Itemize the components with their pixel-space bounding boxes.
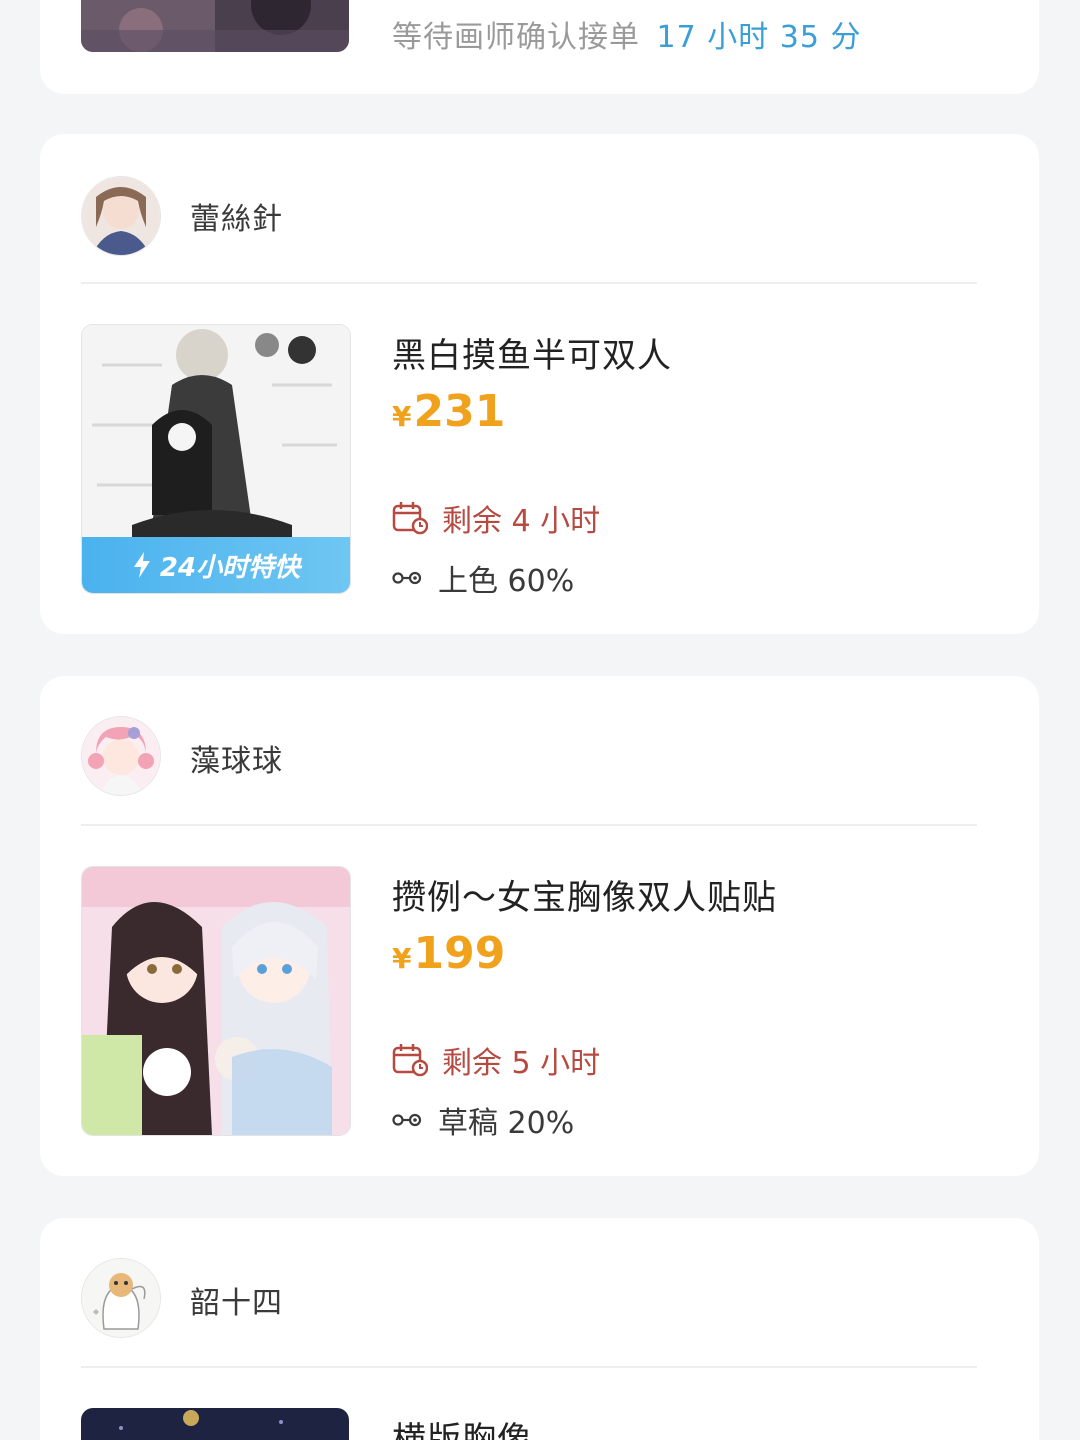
order-title[interactable]: 横版胸像	[392, 1412, 532, 1440]
waiting-confirm-status: 等待画师确认接单 17 小时 35 分	[392, 12, 862, 56]
time-remaining: 剩余 5 小时	[392, 1038, 600, 1082]
divider	[81, 282, 977, 284]
progress-stage-text: 上色 60%	[438, 564, 575, 599]
artwork-thumbnail[interactable]: 24小时特快	[81, 324, 351, 594]
artist-avatar[interactable]	[81, 176, 161, 256]
time-remaining-text: 剩余 5 小时	[442, 1046, 601, 1081]
artist-name[interactable]: 蕾絲針	[190, 194, 283, 238]
order-price: ¥231	[392, 386, 505, 437]
currency-symbol: ¥	[392, 400, 412, 433]
artist-avatar[interactable]	[81, 1258, 161, 1338]
order-title[interactable]: 黑白摸鱼半可双人	[392, 328, 672, 377]
order-title[interactable]: 攒例～女宝胸像双人贴贴	[392, 870, 777, 919]
divider	[81, 824, 977, 826]
waiting-status-label: 等待画师确认接单	[392, 20, 640, 55]
divider	[81, 1366, 977, 1368]
calendar-clock-icon	[392, 502, 428, 535]
artwork-thumbnail-partial	[81, 0, 349, 52]
time-remaining: 剩余 4 小时	[392, 496, 600, 540]
express-badge: 24小时特快	[82, 537, 350, 593]
order-card-partial-top[interactable]: 等待画师确认接单 17 小时 35 分	[40, 0, 1039, 94]
artist-avatar[interactable]	[81, 716, 161, 796]
express-badge-label: 24小时特快	[159, 552, 301, 583]
calendar-clock-icon	[392, 1044, 428, 1077]
progress-stage: 上色 60%	[392, 556, 574, 600]
order-card-partial-bottom[interactable]: 韶十四 横版胸像	[40, 1218, 1039, 1440]
order-price: ¥199	[392, 928, 505, 979]
order-card[interactable]: 蕾絲針 24小时特快 黑白摸鱼半可双人 ¥231 剩余 4 小时 上色 60%	[40, 134, 1039, 634]
artwork-thumbnail-partial[interactable]	[81, 1408, 349, 1440]
lightning-icon	[133, 552, 150, 578]
progress-link-icon	[392, 571, 422, 585]
artist-name[interactable]: 韶十四	[190, 1278, 283, 1322]
price-value: 231	[413, 386, 506, 437]
progress-stage-text: 草稿 20%	[438, 1106, 575, 1141]
time-remaining-text: 剩余 4 小时	[442, 504, 601, 539]
progress-link-icon	[392, 1113, 422, 1127]
order-card[interactable]: 藻球球 攒例～女宝胸像双人贴贴 ¥199 剩余 5 小时 草稿 20%	[40, 676, 1039, 1176]
artwork-thumbnail[interactable]	[81, 866, 351, 1136]
currency-symbol: ¥	[392, 942, 412, 975]
price-value: 199	[413, 928, 506, 979]
waiting-countdown: 17 小时 35 分	[656, 20, 862, 55]
progress-stage: 草稿 20%	[392, 1098, 574, 1142]
artist-name[interactable]: 藻球球	[190, 736, 283, 780]
